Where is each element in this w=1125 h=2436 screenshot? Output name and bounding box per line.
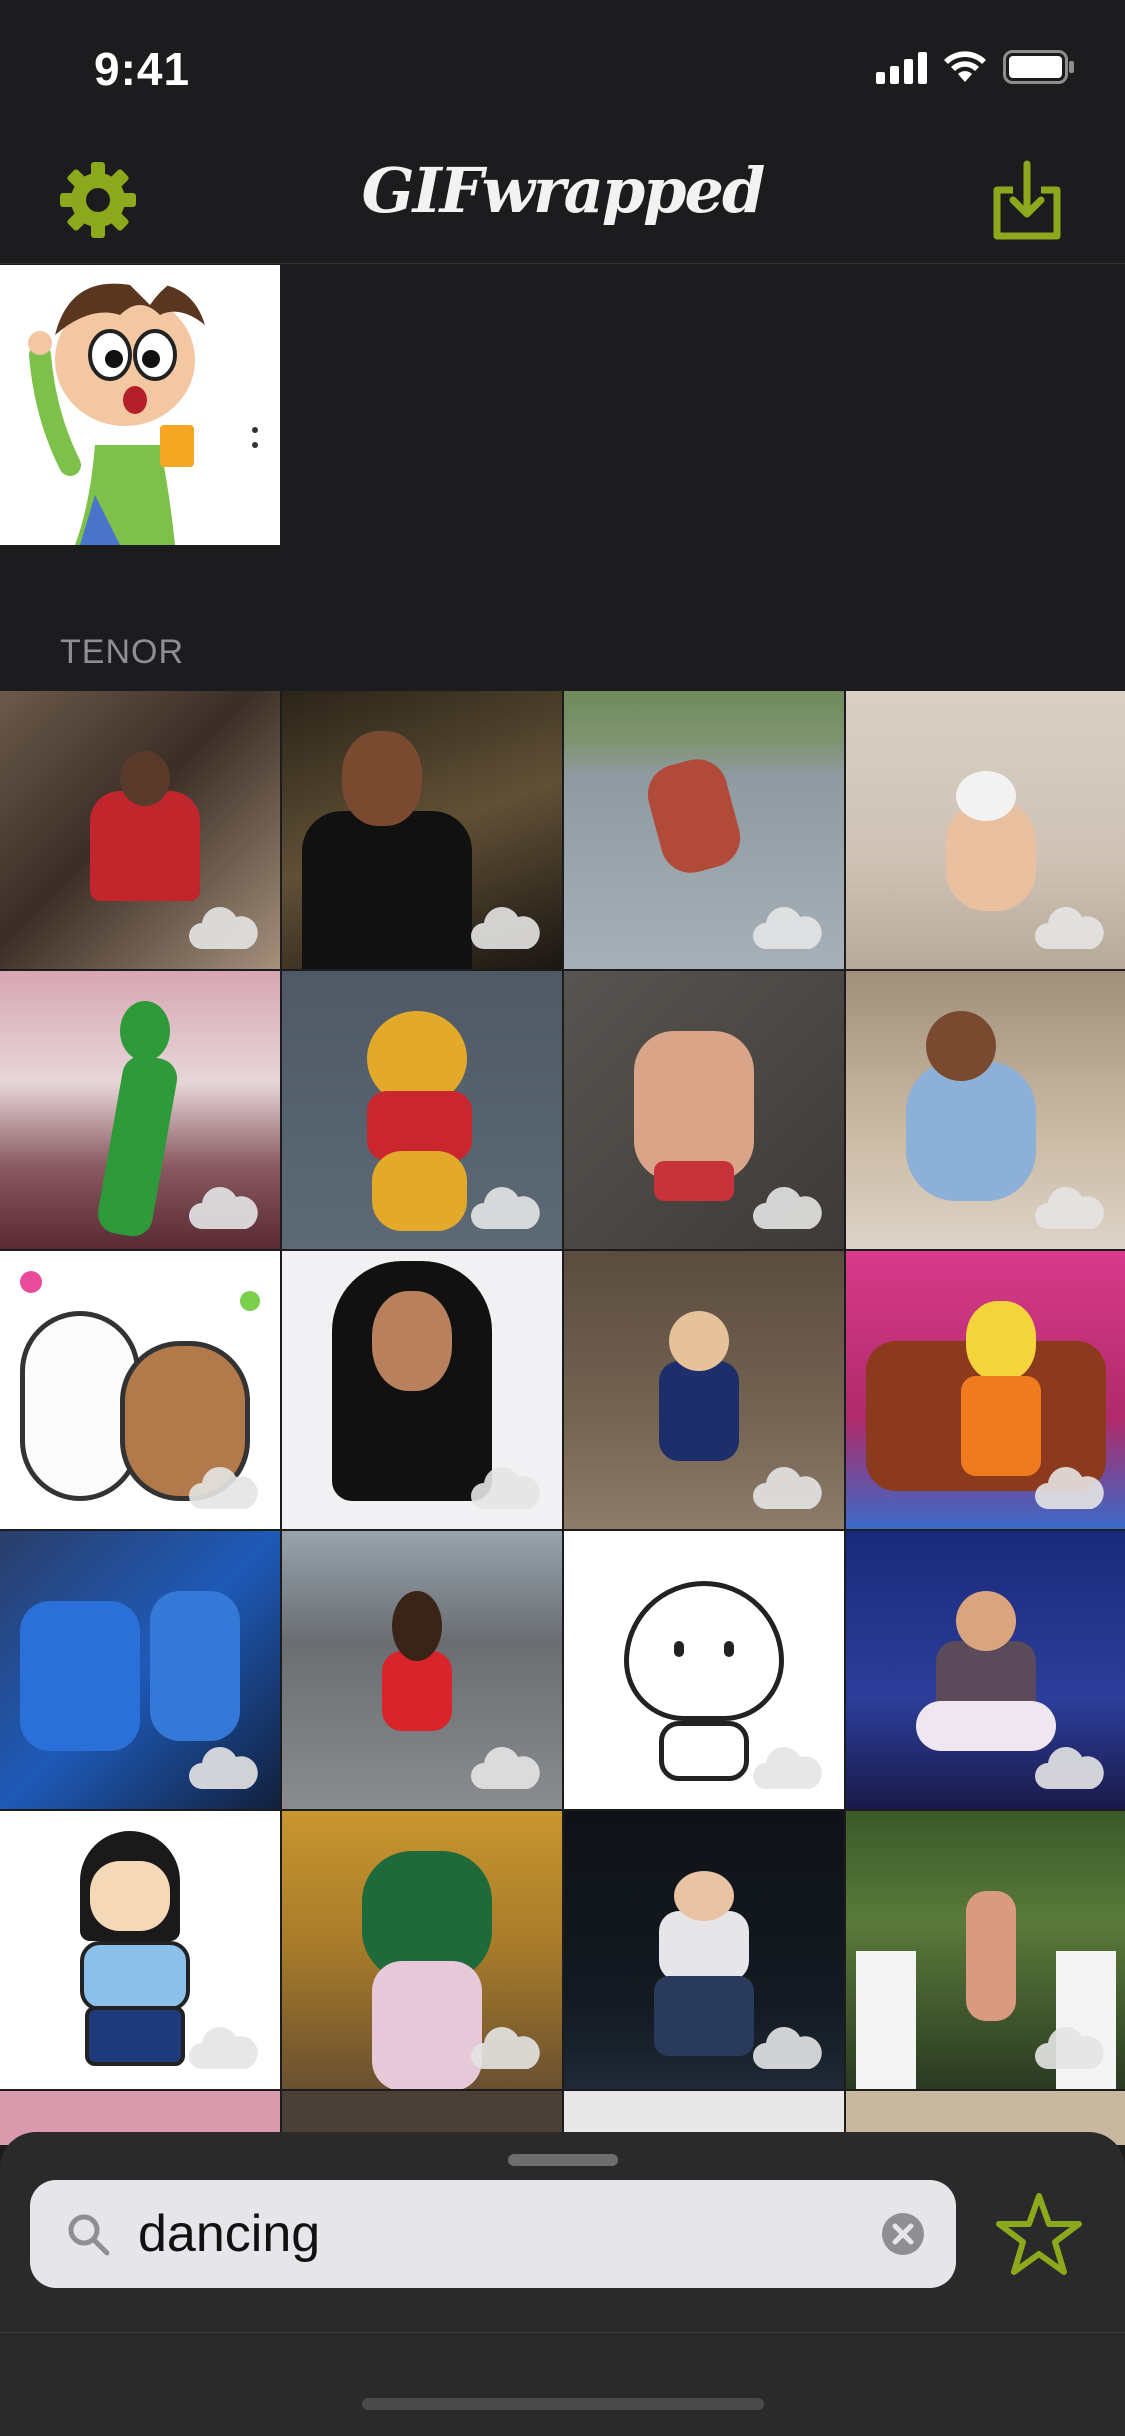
cloud-icon xyxy=(753,1747,822,1789)
gif-thumbnail[interactable] xyxy=(846,1811,1125,2089)
cloud-icon xyxy=(189,2027,258,2069)
cloud-icon xyxy=(753,907,822,949)
gif-thumbnail[interactable] xyxy=(0,1531,280,1809)
cartoon-character-image xyxy=(0,265,280,545)
cloud-icon xyxy=(753,1187,822,1229)
cloud-icon xyxy=(1035,1747,1104,1789)
status-bar: 9:41 xyxy=(0,0,1125,132)
gif-thumbnail[interactable] xyxy=(564,1531,844,1809)
gif-thumbnail[interactable] xyxy=(846,691,1125,969)
gif-thumbnail[interactable] xyxy=(282,1811,562,2089)
search-field[interactable] xyxy=(30,2180,956,2288)
app-title: GIFwrapped xyxy=(361,154,766,227)
gif-thumbnail[interactable] xyxy=(564,1251,844,1529)
gif-thumbnail[interactable] xyxy=(564,971,844,1249)
gif-thumbnail[interactable] xyxy=(846,971,1125,1249)
gif-thumbnail[interactable] xyxy=(282,1531,562,1809)
gif-thumbnail[interactable] xyxy=(564,691,844,969)
clear-circle-icon xyxy=(892,2223,914,2245)
cloud-icon xyxy=(1035,2027,1104,2069)
star-outline-icon xyxy=(996,2193,1082,2275)
favorites-button[interactable] xyxy=(995,2190,1083,2278)
wifi-icon xyxy=(944,51,986,82)
recent-gif-thumbnail[interactable] xyxy=(0,265,280,545)
gif-thumbnail[interactable] xyxy=(0,691,280,969)
cloud-icon xyxy=(471,2027,540,2069)
cloud-icon xyxy=(189,1747,258,1789)
panel-divider xyxy=(0,2332,1125,2333)
gif-thumbnail[interactable] xyxy=(564,1811,844,2089)
cloud-icon xyxy=(753,2027,822,2069)
magnifier-icon xyxy=(68,2214,110,2256)
search-panel xyxy=(0,2132,1125,2436)
home-indicator[interactable] xyxy=(362,2398,764,2410)
cloud-icon xyxy=(189,1467,258,1509)
search-input[interactable] xyxy=(138,2194,878,2274)
recent-gifs-row xyxy=(0,265,1125,545)
status-icons xyxy=(876,50,1075,84)
gif-thumbnail[interactable] xyxy=(0,1811,280,2089)
cloud-icon xyxy=(471,1467,540,1509)
cellular-signal-icon xyxy=(876,50,927,84)
sheet-grabber[interactable] xyxy=(508,2154,618,2166)
cloud-icon xyxy=(471,1747,540,1789)
gif-thumbnail[interactable] xyxy=(846,1531,1125,1809)
cloud-icon xyxy=(1035,1467,1104,1509)
gif-thumbnail[interactable] xyxy=(282,691,562,969)
status-time: 9:41 xyxy=(94,43,191,95)
gif-thumbnail[interactable] xyxy=(282,971,562,1249)
navigation-bar: GIFwrapped xyxy=(0,132,1125,264)
cloud-icon xyxy=(189,907,258,949)
cloud-icon xyxy=(189,1187,258,1229)
cloud-icon xyxy=(1035,1187,1104,1229)
import-button[interactable] xyxy=(989,160,1065,242)
cloud-icon xyxy=(471,1187,540,1229)
gif-thumbnail[interactable] xyxy=(282,1251,562,1529)
gif-thumbnail[interactable] xyxy=(846,1251,1125,1529)
section-header-tenor: TENOR xyxy=(60,633,184,671)
gif-library[interactable]: TENOR xyxy=(0,265,1125,2145)
download-tray-icon xyxy=(993,160,1061,240)
gif-thumbnail[interactable] xyxy=(0,1251,280,1529)
battery-icon xyxy=(1003,50,1074,84)
clear-search-button[interactable] xyxy=(882,2213,924,2255)
cloud-icon xyxy=(1035,907,1104,949)
cloud-icon xyxy=(471,907,540,949)
cloud-icon xyxy=(753,1467,822,1509)
gif-thumbnail[interactable] xyxy=(0,971,280,1249)
